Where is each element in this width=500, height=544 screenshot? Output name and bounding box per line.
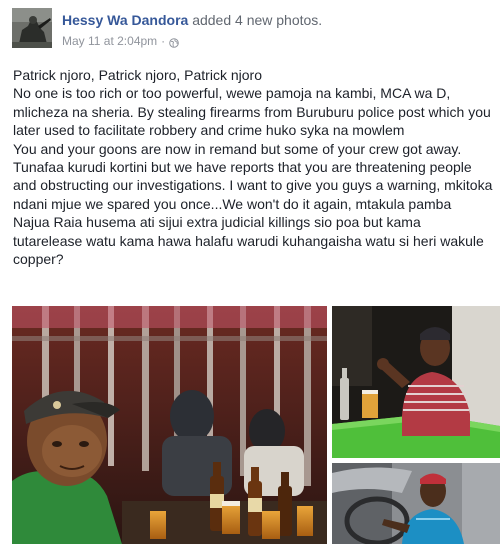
facebook-post: Hessy Wa Dandora added 4 new photos. May… <box>0 0 500 544</box>
post-timestamp-link[interactable]: May 11 at 2:04pm <box>62 33 157 49</box>
photo-top-right[interactable] <box>332 306 500 458</box>
post-action-text: added 4 new photos. <box>192 12 323 28</box>
post-paragraph: Najua Raia husema ati sijui extra judici… <box>13 214 484 268</box>
post-paragraph: Tunafaa kurudi kortini but we have repor… <box>13 159 493 212</box>
author-name-link[interactable]: Hessy Wa Dandora <box>62 12 188 28</box>
post-paragraph: No one is too rich or too powerful, wewe… <box>13 85 491 139</box>
photo-main[interactable] <box>12 306 327 544</box>
post-paragraph: You and your goons are now in remand but… <box>13 140 462 157</box>
post-header: Hessy Wa Dandora added 4 new photos. <box>62 11 322 29</box>
photo-grid <box>12 306 500 544</box>
post-paragraph: Patrick njoro, Patrick njoro, Patrick nj… <box>13 67 262 83</box>
post-message: Patrick njoro, Patrick njoro, Patrick nj… <box>13 66 493 268</box>
author-avatar[interactable] <box>12 8 52 48</box>
photo-bottom-right[interactable] <box>332 463 500 544</box>
post-meta: May 11 at 2:04pm · <box>62 33 179 49</box>
globe-icon[interactable] <box>169 36 179 48</box>
meta-separator: · <box>161 34 166 48</box>
